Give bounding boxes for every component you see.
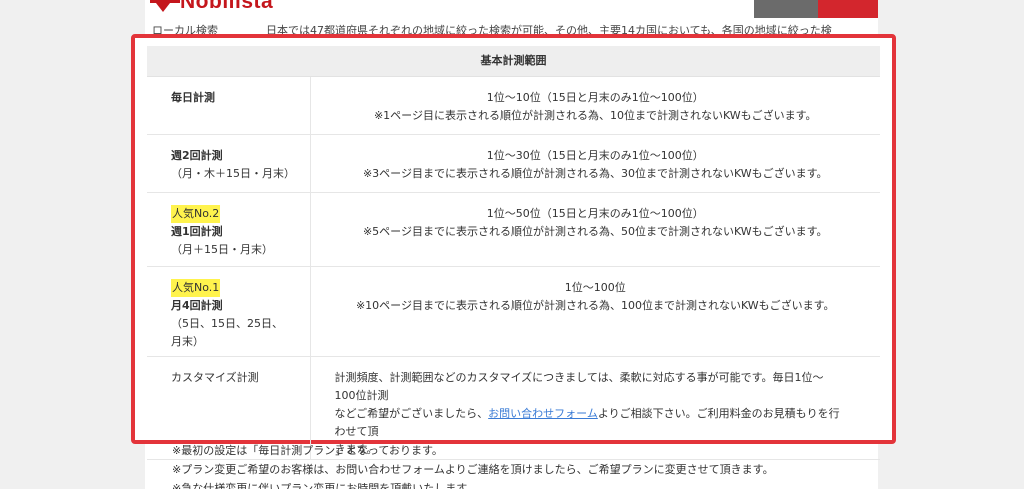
plan-value: 1位〜100位 ※10ページ目までに表示される順位が計測される為、100位まで計… xyxy=(310,266,880,357)
table-row: 人気No.1 月4回計測 （5日、15日、25日、 月末） 1位〜100位 ※1… xyxy=(147,266,880,357)
plan-name: カスタマイズ計測 xyxy=(171,370,259,384)
plan-schedule-cont: 月末） xyxy=(171,334,204,348)
table-title: 基本計測範囲 xyxy=(147,46,880,77)
plan-schedule: （月＋15日・月末） xyxy=(171,242,273,256)
plan-name: 週1回計測 xyxy=(171,224,223,238)
plan-value: 1位〜10位（15日と月末のみ1位〜100位） ※1ページ目に表示される順位が計… xyxy=(310,76,880,135)
plan-label: 週2回計測 （月・木＋15日・月末） xyxy=(147,134,311,193)
plan-value: 1位〜50位（15日と月末のみ1位〜100位） ※5ページ目までに表示される順位… xyxy=(310,192,880,267)
plan-name: 毎日計測 xyxy=(171,90,215,104)
plan-name: 月4回計測 xyxy=(171,298,223,312)
plan-range: 1位〜10位（15日と月末のみ1位〜100位） xyxy=(486,90,704,104)
custom-text-line1: 計測頻度、計測範囲などのカスタマイズにつきましては、柔軟に対応する事が可能です。… xyxy=(334,370,824,402)
logo[interactable]: Nobilista xyxy=(180,0,273,14)
notes: ※最初の設定は「毎日計測プラン」となっております。 ※プラン変更ご希望のお客様は… xyxy=(172,441,774,489)
popularity-badge: 人気No.1 xyxy=(171,278,221,297)
plan-range: 1位〜50位（15日と月末のみ1位〜100位） xyxy=(486,206,704,220)
custom-text-line2: などご希望がございましたら、お問い合わせフォームよりご相談下さい。ご利用料金のお… xyxy=(335,405,841,441)
nav-button-gray[interactable] xyxy=(754,0,818,18)
note-line: ※最初の設定は「毎日計測プラン」となっております。 xyxy=(172,444,443,457)
contact-form-link[interactable]: お問い合わせフォーム xyxy=(488,407,598,420)
plan-label: 人気No.1 月4回計測 （5日、15日、25日、 月末） xyxy=(147,266,311,357)
plan-label: 人気No.2 週1回計測 （月＋15日・月末） xyxy=(147,192,311,267)
logo-icon xyxy=(150,0,180,15)
table-row: 週2回計測 （月・木＋15日・月末） 1位〜30位（15日と月末のみ1位〜100… xyxy=(147,134,880,193)
plan-note: ※3ページ目までに表示される順位が計測される為、30位まで計測されないKWもござ… xyxy=(362,166,828,180)
note-line: ※プラン変更ご希望のお客様は、お問い合わせフォームよりご連絡を頂けましたら、ご希… xyxy=(172,463,774,476)
plan-schedule: （5日、15日、25日、 xyxy=(171,316,283,330)
plan-note: ※1ページ目に表示される順位が計測される為、10位まで計測されないKWもございま… xyxy=(373,108,817,122)
plan-value: 1位〜30位（15日と月末のみ1位〜100位） ※3ページ目までに表示される順位… xyxy=(310,134,880,193)
plan-label: 毎日計測 xyxy=(147,76,311,135)
custom-text-pre: などご希望がございましたら、 xyxy=(334,406,489,420)
plan-note: ※5ページ目までに表示される順位が計測される為、50位まで計測されないKWもござ… xyxy=(362,224,828,238)
highlight-box: 基本計測範囲 毎日計測 1位〜10位（15日と月末のみ1位〜100位） ※1ペー… xyxy=(131,34,896,460)
note-line: ※急な仕様変更に伴いプラン変更にお時間を頂戴いたします。 xyxy=(172,482,478,489)
plan-range: 1位〜100位 xyxy=(564,280,626,294)
plan-note: ※10ページ目までに表示される順位が計測される為、100位まで計測されないKWも… xyxy=(355,298,835,312)
table-row: 人気No.2 週1回計測 （月＋15日・月末） 1位〜50位（15日と月末のみ1… xyxy=(147,192,880,267)
plan-name: 週2回計測 xyxy=(171,148,223,162)
table-row: 毎日計測 1位〜10位（15日と月末のみ1位〜100位） ※1ページ目に表示され… xyxy=(147,76,880,135)
popularity-badge: 人気No.2 xyxy=(171,204,221,223)
measurement-range-table: 基本計測範囲 毎日計測 1位〜10位（15日と月末のみ1位〜100位） ※1ペー… xyxy=(147,46,880,460)
plan-schedule: （月・木＋15日・月末） xyxy=(171,166,295,180)
plan-range: 1位〜30位（15日と月末のみ1位〜100位） xyxy=(486,148,704,162)
nav-button-red[interactable] xyxy=(818,0,878,18)
